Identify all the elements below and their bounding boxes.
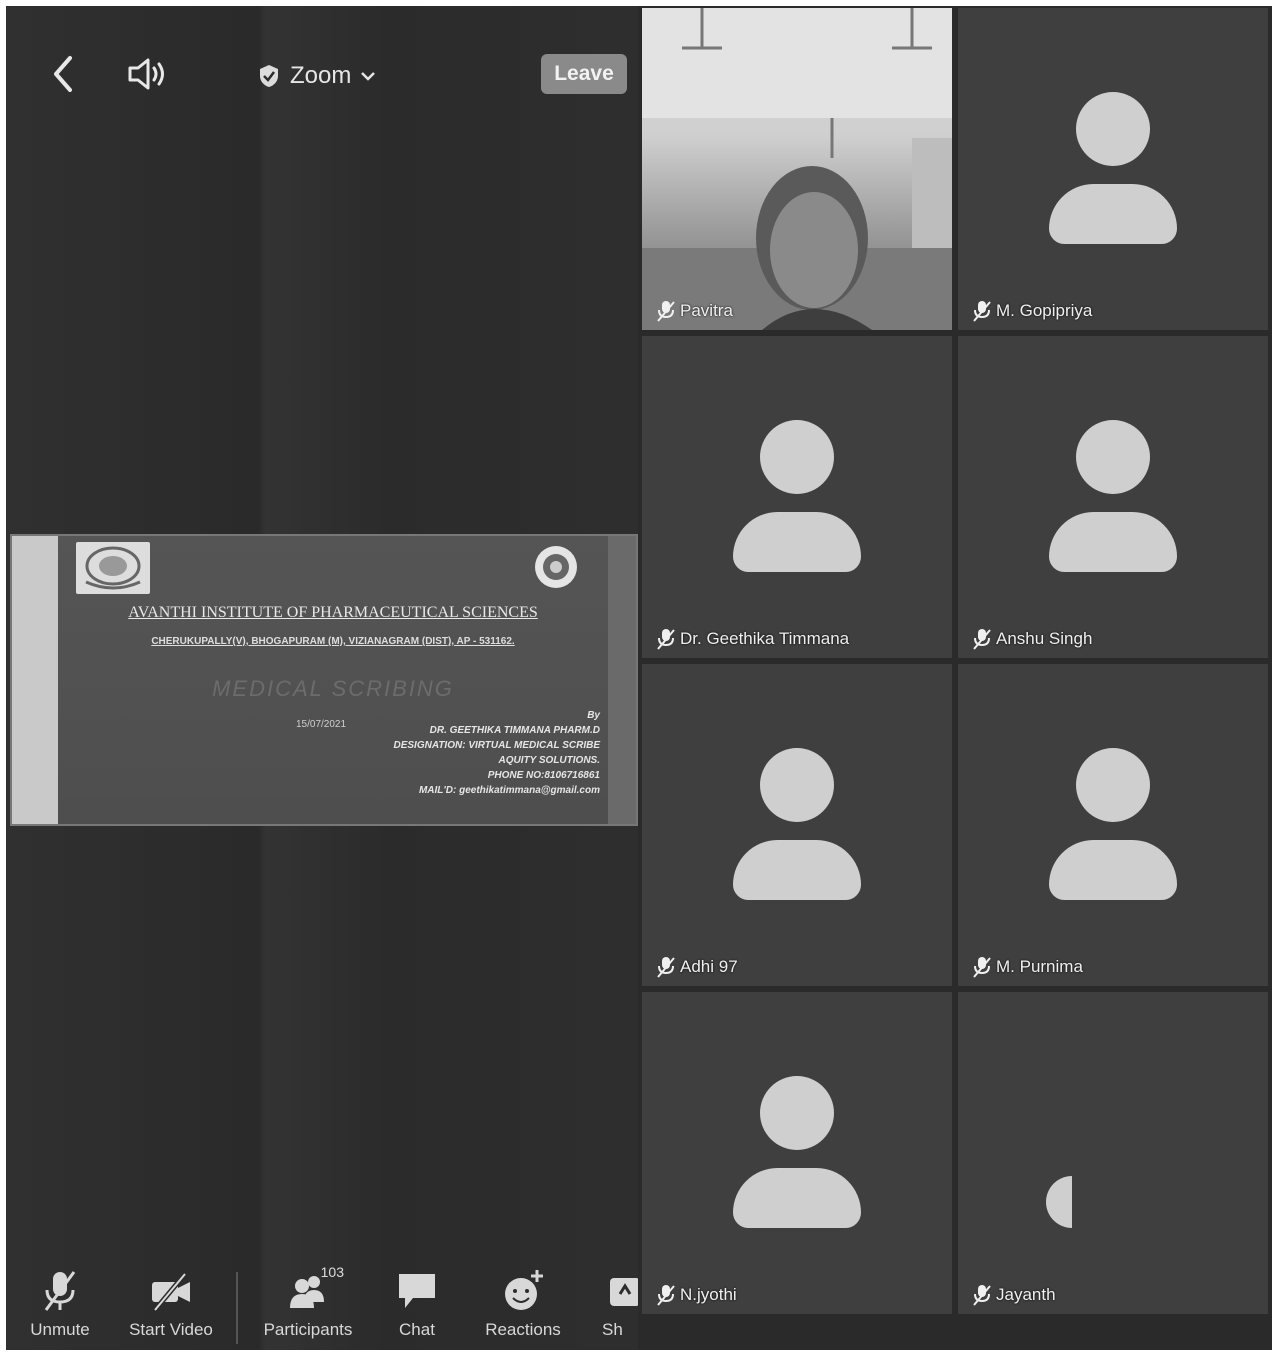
avatar [1076, 748, 1150, 822]
chat-icon [397, 1270, 437, 1312]
unmute-label: Unmute [30, 1320, 90, 1339]
top-bar: Zoom Leave [6, 6, 638, 146]
avatar [1076, 92, 1150, 166]
participant-name: Adhi 97 [656, 956, 738, 978]
muted-mic-icon [657, 629, 675, 650]
chat-button[interactable]: Chat [382, 1258, 452, 1350]
toolbar-divider [236, 1272, 238, 1344]
participant-name-text: Jayanth [996, 1285, 1056, 1304]
slide-topic: MEDICAL SCRIBING [212, 676, 454, 701]
meeting-title-text: Zoom [290, 62, 352, 89]
bottom-toolbar: Unmute Start Video 103 Participants Chat… [6, 1258, 638, 1350]
participant-tile-m-gopipriya[interactable]: M. Gopipriya [958, 8, 1268, 330]
slide-presenter-info: By DR. GEETHIKA TIMMANA PHARM.D DESIGNAT… [300, 708, 601, 798]
participant-tile-jayanth[interactable]: Jayanth [958, 992, 1268, 1314]
slide-address: CHERUKUPALLY(V), BHOGAPURAM (M), VIZIANA… [151, 636, 515, 647]
participant-name-text: N.jyothi [680, 1285, 737, 1304]
muted-mic-icon [973, 1285, 991, 1306]
slide-title: AVANTHI INSTITUTE OF PHARMACEUTICAL SCIE… [128, 604, 538, 621]
back-button[interactable] [44, 54, 84, 94]
muted-mic-icon [657, 301, 675, 322]
avatar [1046, 1176, 1072, 1228]
avatar-body [1049, 840, 1177, 900]
participant-name-text: Adhi 97 [680, 957, 738, 976]
shared-screen: AVANTHI INSTITUTE OF PHARMACEUTICAL SCIE… [10, 534, 638, 826]
meeting-title-button[interactable]: Zoom [258, 58, 376, 94]
participant-name: Dr. Geethika Timmana [656, 628, 849, 650]
participant-name: M. Gopipriya [972, 300, 1092, 322]
participant-tile-m-purnima[interactable]: M. Purnima [958, 664, 1268, 986]
participant-name: Jayanth [972, 1284, 1056, 1306]
avatar-body [733, 512, 861, 572]
muted-mic-icon [657, 957, 675, 978]
avatar-body [733, 1168, 861, 1228]
participant-tile-anshu-singh[interactable]: Anshu Singh [958, 336, 1268, 658]
participant-tile-dr-geethika-timmana[interactable]: Dr. Geethika Timmana [642, 336, 952, 658]
reactions-label: Reactions [485, 1320, 561, 1339]
share-screen-icon [602, 1270, 638, 1312]
participant-name-text: M. Purnima [996, 957, 1083, 976]
participant-tile-n-jyothi[interactable]: N.jyothi [642, 992, 952, 1314]
participants-button[interactable]: 103 Participants [258, 1258, 358, 1350]
participant-tile-pavitra[interactable]: Pavitra [642, 8, 952, 330]
slide-by-line: AQUITY SOLUTIONS. [498, 755, 601, 766]
participant-gallery: Pavitra M. Gopipriya Dr. Geethika Timman… [638, 6, 1272, 1350]
participant-name-text: Pavitra [680, 301, 733, 320]
participant-name: M. Purnima [972, 956, 1083, 978]
muted-mic-icon [973, 301, 991, 322]
institute-logo [76, 542, 150, 594]
unmute-button[interactable]: Unmute [20, 1258, 100, 1350]
participant-name-text: Dr. Geethika Timmana [680, 629, 850, 648]
participants-icon: 103 [288, 1264, 344, 1312]
participant-name-text: M. Gopipriya [996, 301, 1093, 320]
shared-screen-right-strip [608, 536, 636, 824]
muted-mic-icon [973, 629, 991, 650]
muted-mic-icon [973, 957, 991, 978]
participant-name: N.jyothi [656, 1284, 737, 1306]
muted-mic-icon [657, 1285, 675, 1306]
leave-button[interactable]: Leave [541, 54, 627, 94]
slide-by-line: MAIL'D: geethikatimmana@gmail.com [418, 785, 600, 796]
reactions-button[interactable]: Reactions [478, 1258, 568, 1350]
share-button[interactable]: Sh [602, 1258, 638, 1350]
shared-screen-side-strip [12, 536, 58, 824]
avatar-body [733, 840, 861, 900]
muted-mic-icon [40, 1270, 80, 1312]
chat-label: Chat [399, 1320, 435, 1339]
emblem-logo [528, 544, 584, 590]
speaker-button[interactable] [126, 54, 170, 94]
chevron-down-icon [361, 72, 376, 81]
smiley-plus-icon [503, 1270, 543, 1312]
avatar [760, 748, 834, 822]
participant-name: Anshu Singh [972, 628, 1092, 650]
avatar-body [1049, 184, 1177, 244]
participant-tile-adhi-97[interactable]: Adhi 97 [642, 664, 952, 986]
shield-icon [260, 65, 278, 87]
participant-name: Pavitra [656, 300, 733, 322]
avatar [760, 420, 834, 494]
participants-count-badge: 103 [320, 1264, 344, 1280]
participant-name-text: Anshu Singh [996, 629, 1093, 648]
main-stage: Zoom Leave AVANTHI INSTITUTE OF PHARMACE… [6, 6, 638, 1350]
avatar [1076, 420, 1150, 494]
slide-by-line: DESIGNATION: VIRTUAL MEDICAL SCRIBE [393, 740, 601, 751]
participants-label: Participants [263, 1320, 353, 1339]
avatar-body [1049, 512, 1177, 572]
start-video-label: Start Video [129, 1320, 213, 1339]
share-label: Sh [602, 1320, 623, 1339]
slide-by-line: DR. GEETHIKA TIMMANA PHARM.D [429, 725, 600, 736]
speaker-icon [128, 58, 164, 90]
avatar [760, 1076, 834, 1150]
video-off-icon [151, 1270, 191, 1312]
slide-by-line: By [587, 710, 600, 721]
participant-video [642, 8, 952, 330]
zoom-meeting-window: Zoom Leave AVANTHI INSTITUTE OF PHARMACE… [6, 6, 1272, 1350]
chevron-left-icon [54, 56, 72, 92]
presentation-slide: AVANTHI INSTITUTE OF PHARMACEUTICAL SCIE… [58, 536, 608, 824]
slide-by-line: PHONE NO:8106716861 [487, 770, 600, 781]
start-video-button[interactable]: Start Video [116, 1258, 226, 1350]
